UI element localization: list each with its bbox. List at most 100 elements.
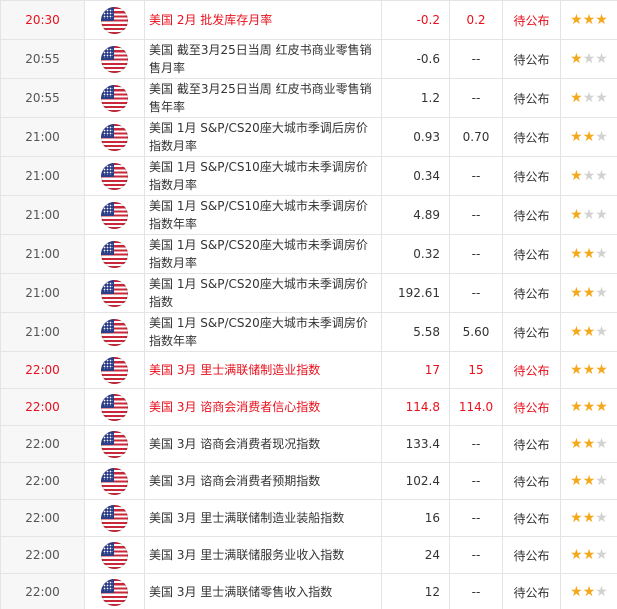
event-country: 美国 [149,277,174,291]
star-filled-icon: ★ [582,129,596,145]
table-row[interactable]: 22:00 美国 3月 谘商会消费者现况指数 133.4 -- 待公布 ★★★ [0,425,617,463]
event-title[interactable]: 美国 截至3月25日当周 红皮书商业零售销售月率 [144,39,382,79]
star-filled-icon: ★ [570,547,583,563]
event-time: 21:00 [0,117,85,157]
country-flag-cell [84,425,145,463]
forecast-value: -- [449,156,503,196]
actual-value: 待公布 [502,425,561,463]
actual-value: 待公布 [502,499,561,537]
event-title[interactable]: 美国 1月 S&P/CS20座大城市季调后房价指数月率 [144,117,382,157]
us-flag-icon [101,578,128,606]
star-empty-icon: ★ [595,90,608,106]
star-filled-icon: ★ [582,246,596,262]
star-empty-icon: ★ [582,90,596,106]
event-country: 美国 [149,82,174,96]
us-flag-icon [101,84,128,112]
event-title[interactable]: 美国 3月 里士满联储服务业收入指数 [144,536,382,574]
table-row[interactable]: 21:00 美国 1月 S&P/CS20座大城市未季调房价指数年率 5.58 5… [0,312,617,352]
star-filled-icon: ★ [570,12,583,28]
event-time: 20:30 [0,0,85,40]
star-filled-icon: ★ [570,51,583,67]
table-row[interactable]: 22:00 美国 3月 谘商会消费者预期指数 102.4 -- 待公布 ★★★ [0,462,617,500]
us-flag-icon [101,45,128,73]
forecast-value: -- [449,536,503,574]
previous-value: 1.2 [381,78,450,118]
country-flag-cell [84,351,145,389]
country-flag-cell [84,499,145,537]
country-flag-cell [84,312,145,352]
event-country: 美国 [149,585,174,599]
table-row[interactable]: 22:00 美国 3月 里士满联储服务业收入指数 24 -- 待公布 ★★★ [0,536,617,574]
event-name: 3月 里士满联储制造业装船指数 [176,511,345,525]
event-title[interactable]: 美国 1月 S&P/CS20座大城市未季调房价指数月率 [144,234,382,274]
actual-value: 待公布 [502,234,561,274]
table-row[interactable]: 21:00 美国 1月 S&P/CS10座大城市未季调房价指数年率 4.89 -… [0,195,617,235]
importance-stars: ★★★ [560,351,617,389]
event-title[interactable]: 美国 3月 谘商会消费者预期指数 [144,462,382,500]
event-title[interactable]: 美国 3月 谘商会消费者现况指数 [144,425,382,463]
importance-stars: ★★★ [560,117,617,157]
table-row[interactable]: 22:00 美国 3月 里士满联储制造业指数 17 15 待公布 ★★★ [0,351,617,389]
event-title[interactable]: 美国 3月 里士满联储制造业指数 [144,351,382,389]
actual-value: 待公布 [502,195,561,235]
event-country: 美国 [149,400,174,414]
table-row[interactable]: 21:00 美国 1月 S&P/CS20座大城市季调后房价指数月率 0.93 0… [0,117,617,157]
importance-stars: ★★★ [560,573,617,609]
us-flag-icon [101,318,128,346]
star-empty-icon: ★ [595,168,608,184]
previous-value: 12 [381,573,450,609]
table-row[interactable]: 20:55 美国 截至3月25日当周 红皮书商业零售销售年率 1.2 -- 待公… [0,78,617,118]
economic-calendar-table: 20:30 美国 2月 批发库存月率 -0.2 0.2 待公布 ★★★ 20:5… [0,0,617,609]
us-flag-icon [101,279,128,307]
event-time: 20:55 [0,78,85,118]
event-name: 1月 S&P/CS20座大城市季调后房价指数月率 [149,121,368,153]
importance-stars: ★★★ [560,234,617,274]
importance-stars: ★★★ [560,388,617,426]
table-row[interactable]: 20:30 美国 2月 批发库存月率 -0.2 0.2 待公布 ★★★ [0,0,617,40]
star-filled-icon: ★ [582,399,596,415]
event-title[interactable]: 美国 1月 S&P/CS20座大城市未季调房价指数 [144,273,382,313]
event-title[interactable]: 美国 3月 谘商会消费者信心指数 [144,388,382,426]
star-filled-icon: ★ [570,90,583,106]
event-title[interactable]: 美国 3月 里士满联储制造业装船指数 [144,499,382,537]
table-row[interactable]: 22:00 美国 3月 里士满联储零售收入指数 12 -- 待公布 ★★★ [0,573,617,609]
event-title[interactable]: 美国 2月 批发库存月率 [144,0,382,40]
forecast-value: 15 [449,351,503,389]
star-filled-icon: ★ [570,473,583,489]
star-filled-icon: ★ [582,584,596,600]
table-row[interactable]: 22:00 美国 3月 谘商会消费者信心指数 114.8 114.0 待公布 ★… [0,388,617,426]
table-row[interactable]: 21:00 美国 1月 S&P/CS20座大城市未季调房价指数月率 0.32 -… [0,234,617,274]
importance-stars: ★★★ [560,39,617,79]
star-filled-icon: ★ [570,436,583,452]
us-flag-icon [101,201,128,229]
event-country: 美国 [149,363,174,377]
importance-stars: ★★★ [560,499,617,537]
event-title[interactable]: 美国 1月 S&P/CS10座大城市未季调房价指数年率 [144,195,382,235]
event-time: 21:00 [0,156,85,196]
event-country: 美国 [149,548,174,562]
event-time: 22:00 [0,388,85,426]
table-row[interactable]: 21:00 美国 1月 S&P/CS20座大城市未季调房价指数 192.61 -… [0,273,617,313]
event-country: 美国 [149,43,174,57]
event-time: 22:00 [0,536,85,574]
table-row[interactable]: 22:00 美国 3月 里士满联储制造业装船指数 16 -- 待公布 ★★★ [0,499,617,537]
event-country: 美国 [149,199,174,213]
actual-value: 待公布 [502,536,561,574]
actual-value: 待公布 [502,462,561,500]
actual-value: 待公布 [502,117,561,157]
event-name: 1月 S&P/CS10座大城市未季调房价指数月率 [149,160,368,192]
forecast-value: -- [449,195,503,235]
event-name: 3月 里士满联储服务业收入指数 [176,548,345,562]
event-title[interactable]: 美国 3月 里士满联储零售收入指数 [144,573,382,609]
importance-stars: ★★★ [560,156,617,196]
event-title[interactable]: 美国 1月 S&P/CS20座大城市未季调房价指数年率 [144,312,382,352]
event-name: 1月 S&P/CS20座大城市未季调房价指数月率 [149,238,368,270]
forecast-value: 114.0 [449,388,503,426]
table-row[interactable]: 21:00 美国 1月 S&P/CS10座大城市未季调房价指数月率 0.34 -… [0,156,617,196]
table-row[interactable]: 20:55 美国 截至3月25日当周 红皮书商业零售销售月率 -0.6 -- 待… [0,39,617,79]
event-title[interactable]: 美国 1月 S&P/CS10座大城市未季调房价指数月率 [144,156,382,196]
forecast-value: -- [449,78,503,118]
event-title[interactable]: 美国 截至3月25日当周 红皮书商业零售销售年率 [144,78,382,118]
star-empty-icon: ★ [595,510,608,526]
importance-stars: ★★★ [560,425,617,463]
